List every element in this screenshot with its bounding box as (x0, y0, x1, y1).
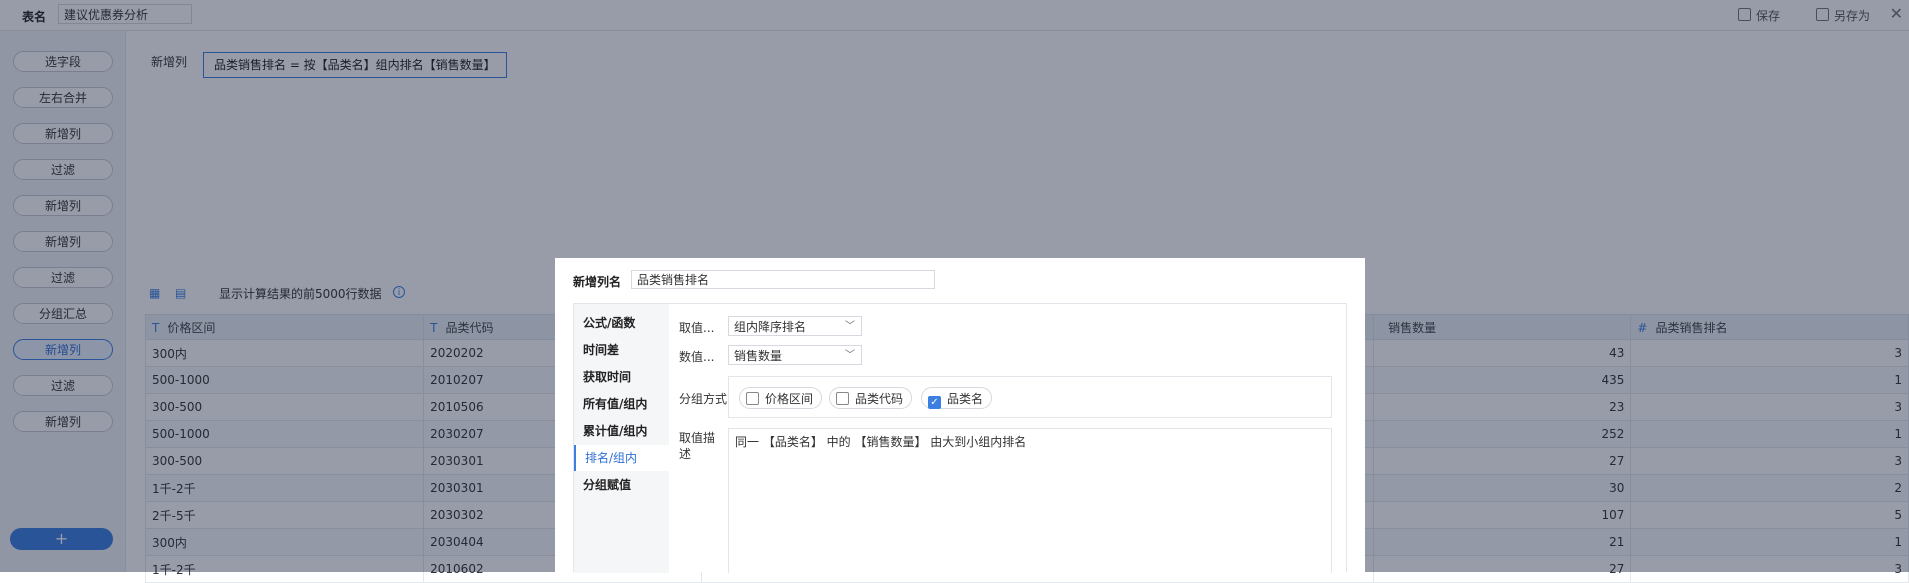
group-option-label: 价格区间 (765, 392, 814, 406)
group-option-checkbox[interactable]: ✓ 品类名 (921, 387, 993, 409)
mode-select[interactable]: 组内降序排名 ﹀ (728, 316, 862, 336)
mode-select-value: 组内降序排名 (734, 320, 807, 334)
checkbox-checked-icon: ✓ (928, 396, 941, 409)
group-option-label: 品类代码 (855, 392, 904, 406)
column-name-label: 新增列名 (573, 275, 622, 289)
value-select-value: 销售数量 (734, 349, 783, 363)
chevron-down-icon: ﹀ (845, 321, 855, 332)
chevron-down-icon: ﹀ (845, 350, 855, 361)
group-option-checkbox[interactable]: 价格区间 (739, 387, 823, 409)
function-menu-item[interactable]: 获取时间 (574, 364, 669, 390)
function-menu-item[interactable]: 累计值/组内 (574, 418, 669, 444)
value-label: 数值... (679, 350, 715, 364)
dialog-body: 公式/函数 时间差 获取时间 所有值/组内 累计值/组内 排名/组内 分组赋值 取值... … (573, 303, 1347, 573)
group-options: 价格区间 品类代码 ✓ 品类名 (728, 376, 1332, 418)
group-label: 分组方式 (679, 392, 728, 406)
value-select[interactable]: 销售数量 ﹀ (728, 345, 862, 365)
group-option-checkbox[interactable]: 品类代码 (829, 387, 913, 409)
desc-box: 同一 【品类名】 中的 【销售数量】 由大到小组内排名 (728, 428, 1332, 573)
function-menu-item[interactable]: 分组赋值 (574, 472, 669, 498)
desc-label: 取值描述 (679, 431, 716, 461)
column-name-input[interactable]: 品类销售排名 (631, 270, 935, 289)
function-menu: 公式/函数 时间差 获取时间 所有值/组内 累计值/组内 排名/组内 分组赋值 (574, 304, 669, 573)
function-menu-item[interactable]: 公式/函数 (574, 310, 669, 336)
function-menu-item[interactable]: 所有值/组内 (574, 391, 669, 417)
function-menu-item[interactable]: 时间差 (574, 337, 669, 363)
function-menu-item[interactable]: 排名/组内 (574, 445, 669, 471)
group-option-label: 品类名 (947, 392, 984, 406)
mode-label: 取值... (679, 321, 715, 335)
add-column-dialog: 新增列名 品类销售排名 公式/函数 时间差 获取时间 所有值/组内 累计值/组内 排名/组… (555, 258, 1365, 573)
checkbox-icon (836, 392, 849, 405)
checkbox-icon (746, 392, 759, 405)
